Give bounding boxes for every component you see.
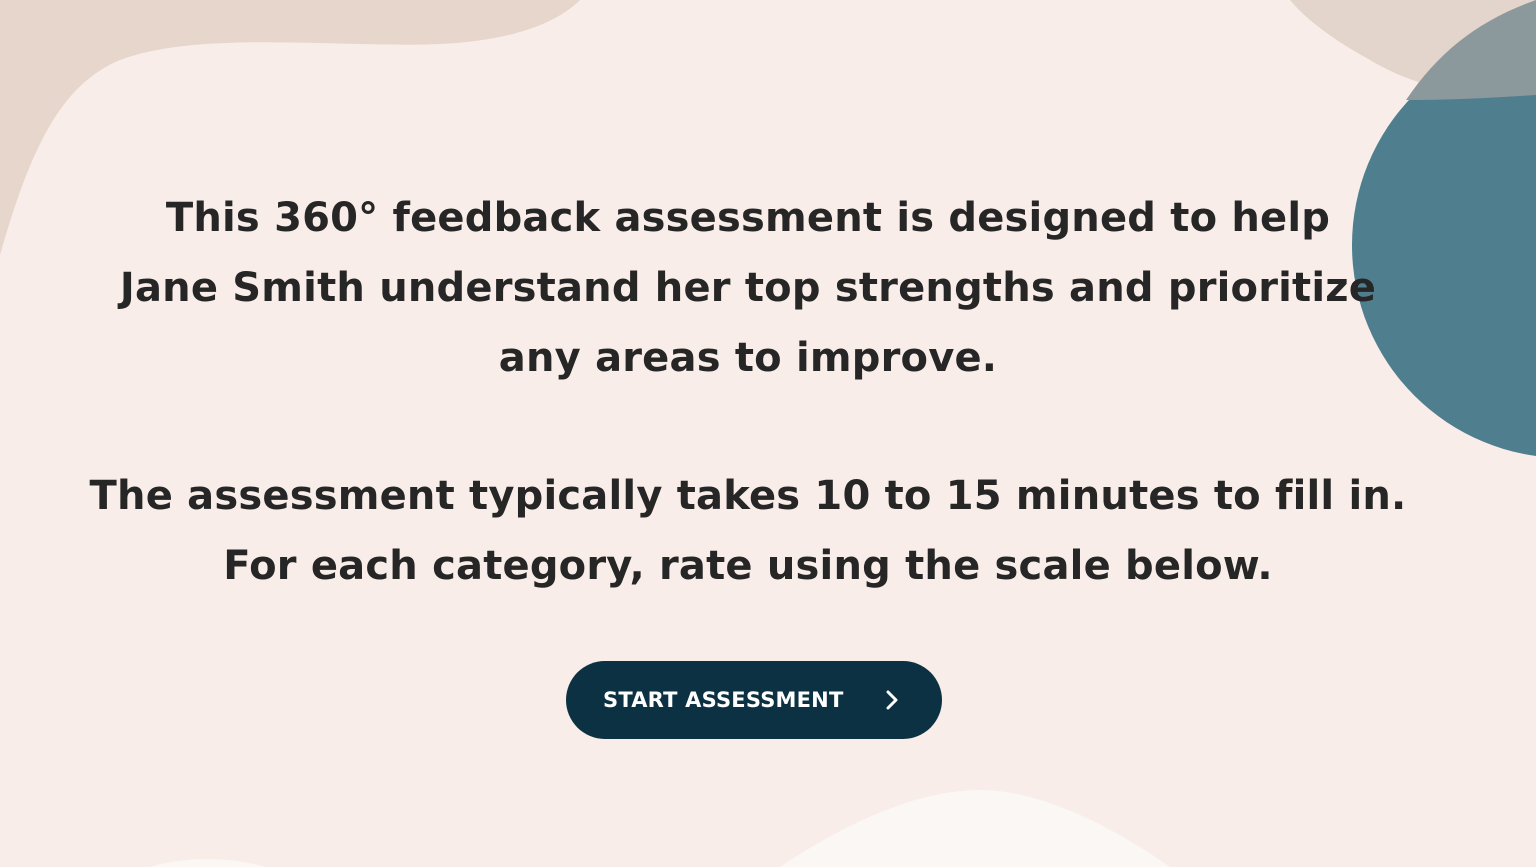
instructions-line-1: The assessment typically takes 10 to 15 … (89, 473, 1407, 519)
main-content: This 360° feedback assessment is designe… (0, 0, 1536, 867)
intro-paragraph: This 360° feedback assessment is designe… (40, 183, 1456, 393)
intro-line-2: Jane Smith understand her top strengths … (119, 265, 1377, 311)
start-assessment-label: START ASSESSMENT (603, 688, 844, 712)
instructions-line-2: For each category, rate using the scale … (223, 543, 1273, 589)
chevron-right-icon (886, 690, 898, 710)
intro-line-3: any areas to improve. (498, 335, 998, 381)
intro-line-1: This 360° feedback assessment is designe… (165, 195, 1331, 241)
assessment-intro-page: This 360° feedback assessment is designe… (0, 0, 1536, 867)
instructions-paragraph: The assessment typically takes 10 to 15 … (40, 461, 1456, 601)
